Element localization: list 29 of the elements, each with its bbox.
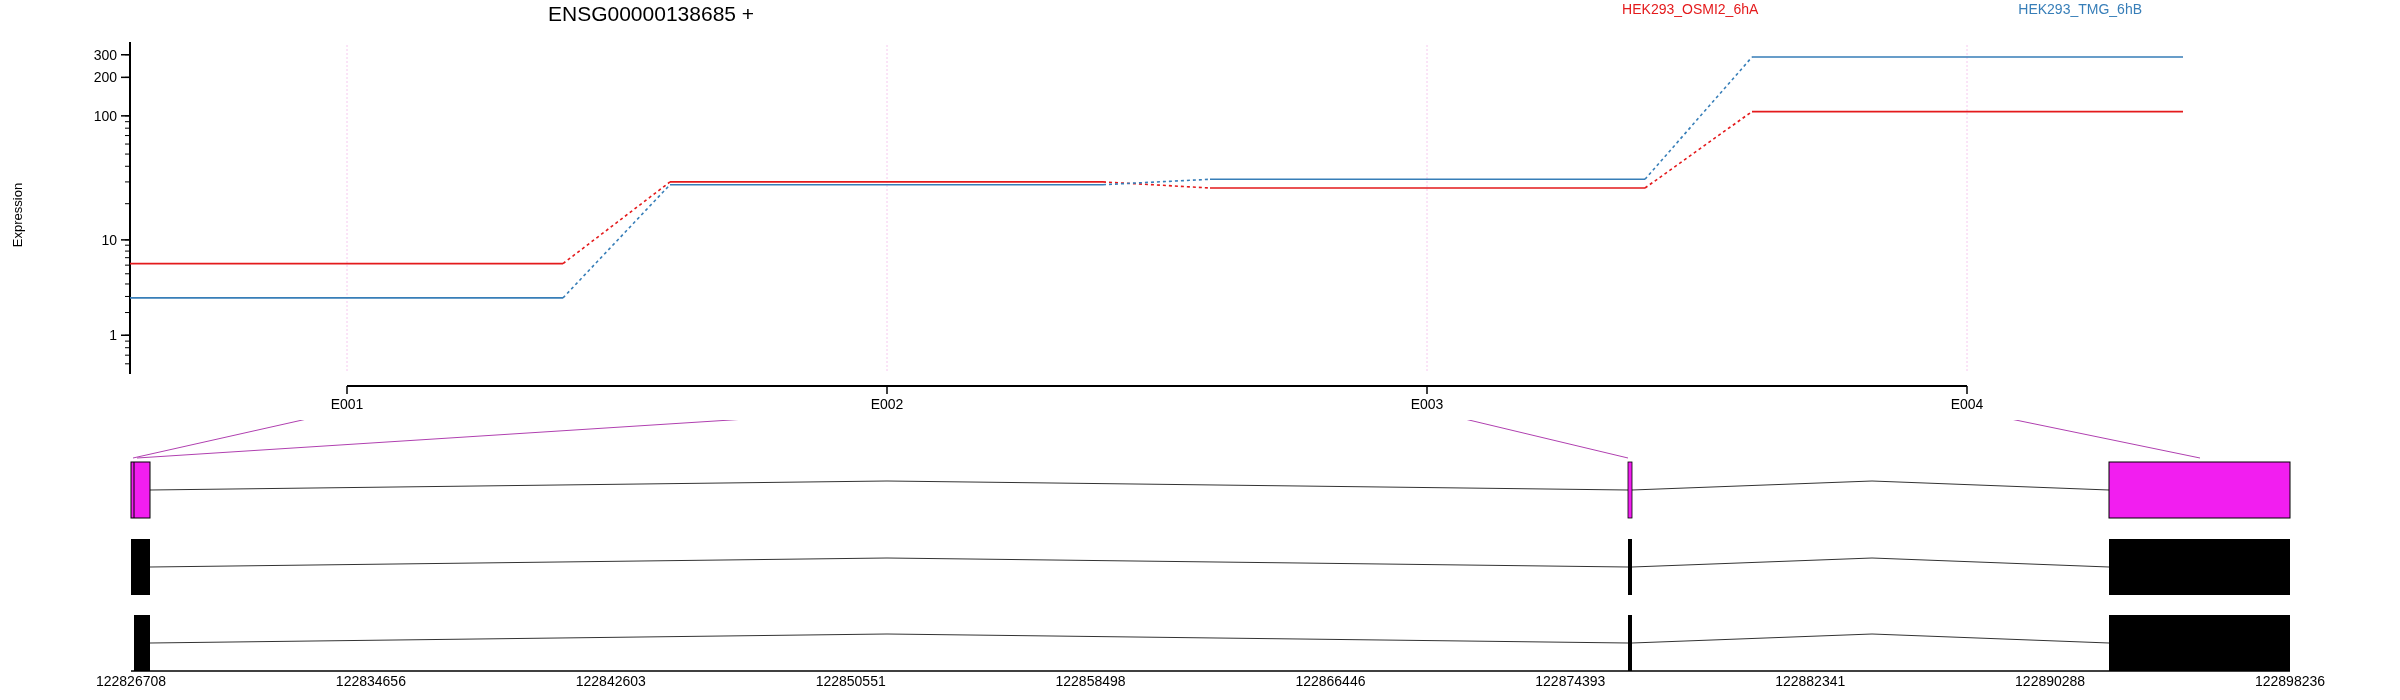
exon-block bbox=[1628, 539, 1632, 595]
exon-block bbox=[130, 461, 151, 519]
x-tick-label: E003 bbox=[1410, 396, 1444, 412]
exon-block bbox=[1627, 461, 1633, 519]
exon-block bbox=[1628, 615, 1632, 671]
coordinate-label: 122866446 bbox=[1295, 673, 1366, 689]
y-tick-label: 1 bbox=[109, 327, 117, 344]
x-tick-label: E001 bbox=[330, 396, 364, 412]
coordinate-label: 122874393 bbox=[1535, 673, 1606, 689]
chart-title: ENSG00000138685 + bbox=[548, 2, 755, 26]
coordinate-label: 122850551 bbox=[815, 673, 886, 689]
y-tick-label: 200 bbox=[93, 69, 117, 86]
y-axis-label: Expression bbox=[10, 182, 25, 248]
coordinate-label: 122898236 bbox=[2254, 673, 2326, 689]
y-tick-label: 100 bbox=[93, 107, 117, 124]
exon-block bbox=[134, 615, 150, 671]
coordinate-label: 122858498 bbox=[1055, 673, 1126, 689]
x-tick-label: E002 bbox=[870, 396, 904, 412]
legend-label: HEK293_TMG_6hB bbox=[2018, 1, 2143, 17]
coordinate-label: 122826708 bbox=[95, 673, 167, 689]
x-tick-label: E004 bbox=[1950, 396, 1984, 412]
coordinate-label: 122842603 bbox=[575, 673, 646, 689]
coordinate-label: 122882341 bbox=[1775, 673, 1846, 689]
y-tick-label: 300 bbox=[93, 46, 117, 63]
coordinate-label: 122834656 bbox=[335, 673, 406, 689]
legend-label: HEK293_OSMI2_6hA bbox=[1622, 1, 1759, 17]
coordinate-label: 122890288 bbox=[2015, 673, 2086, 689]
y-tick-label: 10 bbox=[101, 231, 117, 248]
exon-block bbox=[131, 539, 150, 595]
